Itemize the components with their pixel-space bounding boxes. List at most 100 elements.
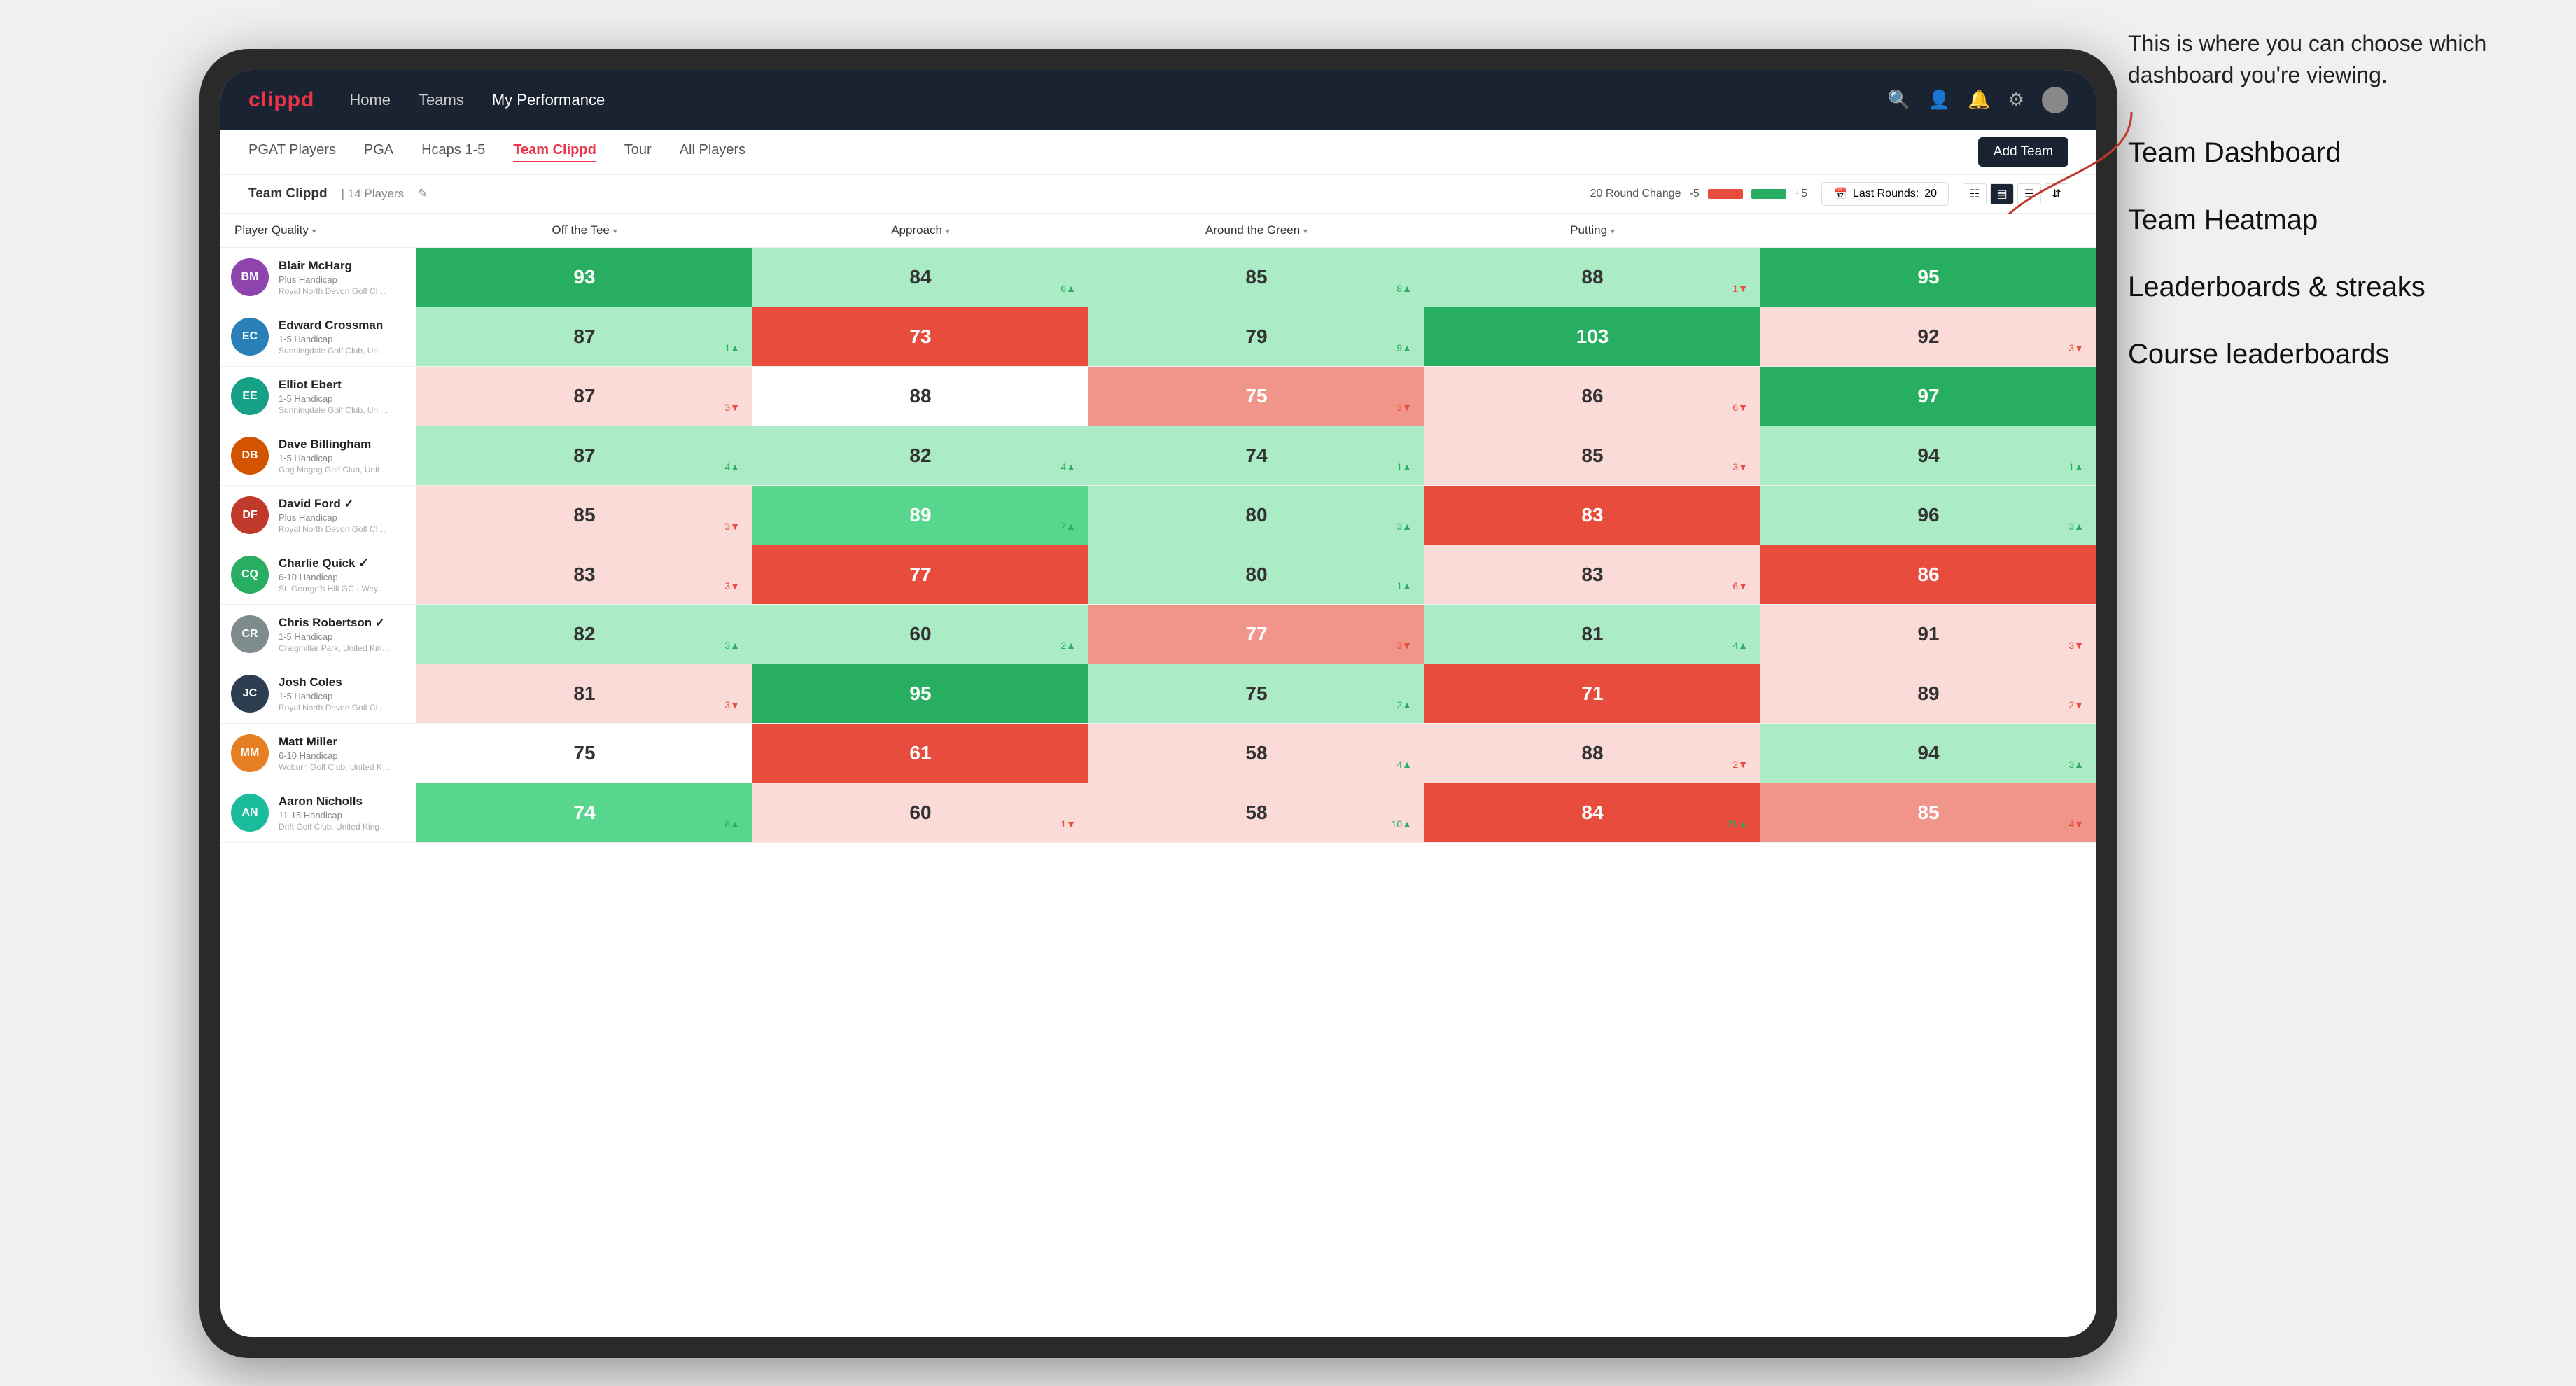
around-green-header[interactable]: Around the Green ▾ (1088, 219, 1424, 241)
score-cell-0-4: 95 9▲ (1760, 248, 2096, 307)
avatar: CQ (231, 556, 269, 594)
score-cell-1-0: 871▲ (416, 307, 752, 366)
score-value: 82 (573, 623, 595, 645)
neg-bar (1708, 189, 1743, 199)
score-cell-2-2: 753▼ (1088, 367, 1424, 426)
score-value: 89 (909, 504, 931, 526)
table-row[interactable]: ANAaron Nicholls11-15 HandicapDrift Golf… (220, 783, 2096, 843)
edit-icon[interactable]: ✎ (418, 187, 428, 201)
score-value: 81 (1581, 623, 1603, 645)
score-change: 9▲ (1396, 342, 1412, 354)
nav-teams[interactable]: Teams (419, 91, 464, 109)
table-row[interactable]: MMMatt Miller6-10 HandicapWoburn Golf Cl… (220, 724, 2096, 783)
heatmap-view-button[interactable]: ▤ (1990, 183, 2014, 204)
score-value: 82 (909, 444, 931, 467)
player-details: Matt Miller6-10 HandicapWoburn Golf Club… (279, 735, 391, 772)
score-change: 3▼ (724, 402, 740, 413)
score-value: 95 (1917, 266, 1939, 288)
nav-pga[interactable]: PGA (364, 142, 393, 162)
nav-my-performance[interactable]: My Performance (492, 91, 605, 109)
score-change: 6▲ (1060, 283, 1076, 294)
score-cell-9-3: 8421▲ (1424, 783, 1760, 842)
player-name: Chris Robertson ✓ (279, 616, 391, 630)
sort-button[interactable]: ⇵ (2045, 183, 2068, 204)
score-value: 60 (909, 623, 931, 645)
nav-tour[interactable]: Tour (624, 142, 652, 162)
player-info-8: MMMatt Miller6-10 HandicapWoburn Golf Cl… (220, 724, 416, 783)
score-value: 86 (1581, 385, 1603, 407)
score-cell-1-2: 799▲ (1088, 307, 1424, 366)
grid-view-button[interactable]: ☷ (1963, 183, 1987, 204)
avatar: JC (231, 675, 269, 713)
logo[interactable]: clippd (248, 88, 314, 112)
score-cell-9-2: 5810▲ (1088, 783, 1424, 842)
score-change: 5▲ (2068, 402, 2084, 413)
settings-icon[interactable]: ⚙ (2008, 89, 2024, 111)
user-avatar[interactable] (2042, 87, 2068, 113)
dashboard-option-0: Team Dashboard (2128, 133, 2534, 172)
player-club: Craigmillar Park, United Kingdom (279, 643, 391, 653)
table-row[interactable]: DFDavid Ford ✓Plus HandicapRoyal North D… (220, 486, 2096, 545)
pos-label: +5 (1795, 188, 1807, 200)
profile-icon[interactable]: 👤 (1928, 89, 1950, 111)
score-change: 1▲ (1396, 461, 1412, 472)
add-team-button[interactable]: Add Team (1978, 137, 2068, 167)
ipad-frame: clippd Home Teams My Performance 🔍 👤 🔔 ⚙… (200, 49, 2118, 1358)
nav-hcaps[interactable]: Hcaps 1-5 (421, 142, 485, 162)
last-rounds-value: 20 (1924, 188, 1937, 200)
table-row[interactable]: JC Josh Coles1-5 HandicapRoyal North Devo… (220, 664, 2096, 724)
score-value: 81 (573, 682, 595, 705)
score-cell-2-3: 866▼ (1424, 367, 1760, 426)
score-cell-6-3: 81 4▲ (1424, 605, 1760, 664)
score-change: 3▼ (2068, 640, 2084, 651)
score-change: 9▲ (2068, 283, 2084, 294)
off-tee-header[interactable]: Off the Tee ▾ (416, 219, 752, 241)
nav-pgat-players[interactable]: PGAT Players (248, 142, 336, 162)
search-icon[interactable]: 🔍 (1888, 89, 1910, 111)
score-value: 77 (909, 564, 931, 586)
score-value: 74 (1245, 444, 1267, 467)
score-change: 2▲ (1060, 640, 1076, 651)
score-change: 2▼ (2068, 699, 2084, 710)
score-value: 103 (1576, 326, 1609, 348)
player-info-3: DBDave Billingham1-5 HandicapGog Magog G… (220, 426, 416, 485)
bell-icon[interactable]: 🔔 (1968, 89, 1990, 111)
score-cell-8-0: 75 (416, 724, 752, 783)
score-cell-5-2: 801▲ (1088, 545, 1424, 604)
score-cell-0-2: 858▲ (1088, 248, 1424, 307)
player-club: St. George's Hill GC - Weybridge - Surre… (279, 584, 391, 594)
score-value: 73 (909, 326, 931, 348)
list-view-button[interactable]: ☰ (2017, 183, 2041, 204)
nav-all-players[interactable]: All Players (680, 142, 746, 162)
nav-home[interactable]: Home (349, 91, 391, 109)
player-name: Dave Billingham (279, 438, 391, 451)
score-change: 4▲ (1732, 640, 1748, 651)
nav-team-clippd[interactable]: Team Clippd (513, 142, 596, 162)
table-row[interactable]: DBDave Billingham1-5 HandicapGog Magog G… (220, 426, 2096, 486)
putting-header[interactable]: Putting ▾ (1424, 219, 1760, 241)
table-row[interactable]: BMBlair McHargPlus HandicapRoyal North D… (220, 248, 2096, 307)
pos-bar (1751, 189, 1786, 199)
score-value: 86 (1917, 564, 1939, 586)
score-cell-7-2: 752▲ (1088, 664, 1424, 723)
score-cell-3-0: 874▲ (416, 426, 752, 485)
table-row[interactable]: ECEdward Crossman1-5 HandicapSunningdale… (220, 307, 2096, 367)
score-cell-5-4: 868▼ (1760, 545, 2096, 604)
secondary-nav-links: PGAT Players PGA Hcaps 1-5 Team Clippd T… (248, 142, 1978, 162)
approach-header[interactable]: Approach ▾ (752, 219, 1088, 241)
score-value: 75 (1245, 385, 1267, 407)
score-value: 88 (1581, 742, 1603, 764)
player-quality-header[interactable]: Player Quality ▾ (220, 219, 416, 241)
table-row[interactable]: CRChris Robertson ✓1-5 HandicapCraigmill… (220, 605, 2096, 664)
team-name-label: Team Clippd (248, 186, 328, 202)
avatar: DB (231, 437, 269, 475)
table-row[interactable]: EEElliot Ebert1-5 HandicapSunningdale Go… (220, 367, 2096, 426)
player-name: Edward Crossman (279, 318, 391, 332)
table-row[interactable]: CQCharlie Quick ✓6-10 HandicapSt. George… (220, 545, 2096, 605)
avatar: EE (231, 377, 269, 415)
ipad-screen: clippd Home Teams My Performance 🔍 👤 🔔 ⚙… (220, 70, 2096, 1337)
score-change: 3▼ (724, 521, 740, 532)
player-details: Josh Coles1-5 HandicapRoyal North Devon … (279, 676, 391, 713)
player-name: Elliot Ebert (279, 378, 391, 392)
last-rounds-button[interactable]: 📅 Last Rounds: 20 (1821, 182, 1949, 206)
